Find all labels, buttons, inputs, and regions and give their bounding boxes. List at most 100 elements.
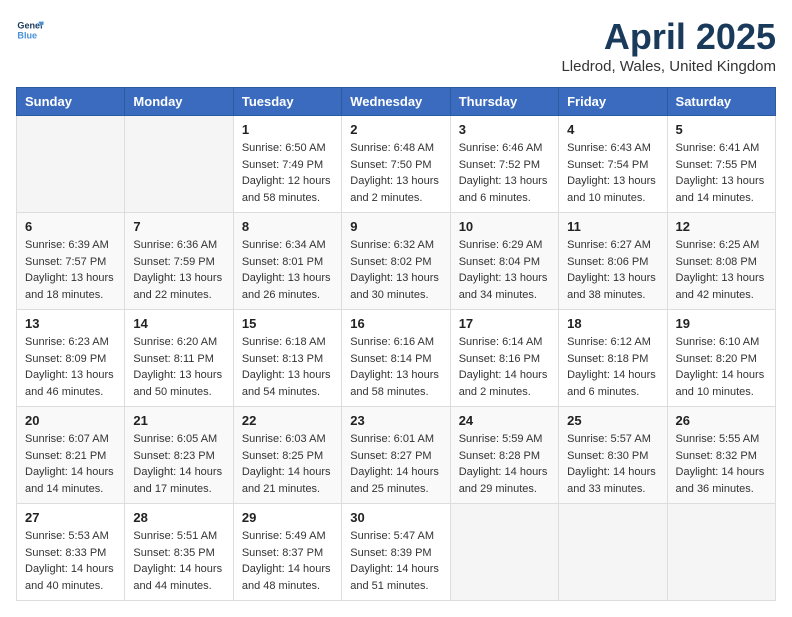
day-info: Sunrise: 6:03 AMSunset: 8:25 PMDaylight:… <box>242 431 333 497</box>
day-number: 22 <box>242 413 333 428</box>
location: Lledrod, Wales, United Kingdom <box>561 58 776 75</box>
day-number: 14 <box>133 316 224 331</box>
calendar-cell: 6 Sunrise: 6:39 AMSunset: 7:57 PMDaylight… <box>17 213 125 310</box>
day-number: 6 <box>25 219 116 234</box>
logo: General Blue <box>16 16 44 44</box>
calendar-cell: 15 Sunrise: 6:18 AMSunset: 8:13 PMDayligh… <box>233 310 341 407</box>
calendar-cell: 30 Sunrise: 5:47 AMSunset: 8:39 PMDayligh… <box>342 504 450 601</box>
calendar-cell: 17 Sunrise: 6:14 AMSunset: 8:16 PMDayligh… <box>450 310 558 407</box>
day-info: Sunrise: 6:23 AMSunset: 8:09 PMDaylight:… <box>25 334 116 400</box>
day-number: 16 <box>350 316 441 331</box>
weekday-header-tuesday: Tuesday <box>233 88 341 116</box>
day-info: Sunrise: 6:50 AMSunset: 7:49 PMDaylight:… <box>242 140 333 206</box>
calendar-cell <box>559 504 667 601</box>
day-number: 23 <box>350 413 441 428</box>
day-number: 4 <box>567 122 658 137</box>
day-number: 11 <box>567 219 658 234</box>
day-info: Sunrise: 5:47 AMSunset: 8:39 PMDaylight:… <box>350 528 441 594</box>
weekday-header-sunday: Sunday <box>17 88 125 116</box>
day-info: Sunrise: 6:01 AMSunset: 8:27 PMDaylight:… <box>350 431 441 497</box>
day-number: 15 <box>242 316 333 331</box>
day-number: 17 <box>459 316 550 331</box>
calendar-cell: 8Sunrise: 6:34 AMSunset: 8:01 PMDaylight… <box>233 213 341 310</box>
day-info: Sunrise: 5:53 AMSunset: 8:33 PMDaylight:… <box>25 528 116 594</box>
day-number: 13 <box>25 316 116 331</box>
calendar-table: SundayMondayTuesdayWednesdayThursdayFrid… <box>16 87 776 601</box>
day-number: 30 <box>350 510 441 525</box>
calendar-cell <box>125 116 233 213</box>
day-info: Sunrise: 6:41 AMSunset: 7:55 PMDaylight:… <box>676 140 767 206</box>
calendar-cell: 24 Sunrise: 5:59 AMSunset: 8:28 PMDayligh… <box>450 407 558 504</box>
calendar-cell: 9 Sunrise: 6:32 AMSunset: 8:02 PMDaylight… <box>342 213 450 310</box>
calendar-week-row: 20Sunrise: 6:07 AMSunset: 8:21 PMDayligh… <box>17 407 776 504</box>
day-info: Sunrise: 6:10 AMSunset: 8:20 PMDaylight:… <box>676 334 767 400</box>
calendar-cell: 26 Sunrise: 5:55 AMSunset: 8:32 PMDayligh… <box>667 407 775 504</box>
day-number: 19 <box>676 316 767 331</box>
calendar-cell: 16 Sunrise: 6:16 AMSunset: 8:14 PMDayligh… <box>342 310 450 407</box>
day-info: Sunrise: 6:34 AMSunset: 8:01 PMDaylight:… <box>242 237 333 303</box>
weekday-header-monday: Monday <box>125 88 233 116</box>
day-number: 26 <box>676 413 767 428</box>
calendar-week-row: 27 Sunrise: 5:53 AMSunset: 8:33 PMDayligh… <box>17 504 776 601</box>
day-info: Sunrise: 6:46 AMSunset: 7:52 PMDaylight:… <box>459 140 550 206</box>
day-info: Sunrise: 5:57 AMSunset: 8:30 PMDaylight:… <box>567 431 658 497</box>
day-number: 18 <box>567 316 658 331</box>
calendar-cell: 14 Sunrise: 6:20 AMSunset: 8:11 PMDayligh… <box>125 310 233 407</box>
calendar-cell: 25 Sunrise: 5:57 AMSunset: 8:30 PMDayligh… <box>559 407 667 504</box>
page-header: General Blue April 2025 Lledrod, Wales, … <box>16 16 776 75</box>
day-number: 29 <box>242 510 333 525</box>
calendar-cell: 28 Sunrise: 5:51 AMSunset: 8:35 PMDayligh… <box>125 504 233 601</box>
day-info: Sunrise: 6:16 AMSunset: 8:14 PMDaylight:… <box>350 334 441 400</box>
day-number: 7 <box>133 219 224 234</box>
day-info: Sunrise: 5:51 AMSunset: 8:35 PMDaylight:… <box>133 528 224 594</box>
calendar-cell <box>450 504 558 601</box>
day-info: Sunrise: 6:14 AMSunset: 8:16 PMDaylight:… <box>459 334 550 400</box>
day-info: Sunrise: 6:07 AMSunset: 8:21 PMDaylight:… <box>25 431 116 497</box>
day-info: Sunrise: 6:39 AMSunset: 7:57 PMDaylight:… <box>25 237 116 303</box>
month-title: April 2025 <box>561 16 776 58</box>
day-number: 1 <box>242 122 333 137</box>
day-number: 12 <box>676 219 767 234</box>
calendar-cell: 7 Sunrise: 6:36 AMSunset: 7:59 PMDaylight… <box>125 213 233 310</box>
day-info: Sunrise: 6:43 AMSunset: 7:54 PMDaylight:… <box>567 140 658 206</box>
calendar-cell: 12Sunrise: 6:25 AMSunset: 8:08 PMDayligh… <box>667 213 775 310</box>
day-number: 24 <box>459 413 550 428</box>
weekday-header-thursday: Thursday <box>450 88 558 116</box>
day-info: Sunrise: 5:55 AMSunset: 8:32 PMDaylight:… <box>676 431 767 497</box>
day-info: Sunrise: 6:36 AMSunset: 7:59 PMDaylight:… <box>133 237 224 303</box>
weekday-header-wednesday: Wednesday <box>342 88 450 116</box>
calendar-cell: 29Sunrise: 5:49 AMSunset: 8:37 PMDayligh… <box>233 504 341 601</box>
calendar-cell <box>17 116 125 213</box>
day-info: Sunrise: 6:27 AMSunset: 8:06 PMDaylight:… <box>567 237 658 303</box>
calendar-cell: 11 Sunrise: 6:27 AMSunset: 8:06 PMDayligh… <box>559 213 667 310</box>
calendar-cell: 19 Sunrise: 6:10 AMSunset: 8:20 PMDayligh… <box>667 310 775 407</box>
day-number: 25 <box>567 413 658 428</box>
day-info: Sunrise: 6:48 AMSunset: 7:50 PMDaylight:… <box>350 140 441 206</box>
day-info: Sunrise: 6:20 AMSunset: 8:11 PMDaylight:… <box>133 334 224 400</box>
day-number: 3 <box>459 122 550 137</box>
day-number: 9 <box>350 219 441 234</box>
calendar-cell: 23 Sunrise: 6:01 AMSunset: 8:27 PMDayligh… <box>342 407 450 504</box>
calendar-cell: 1 Sunrise: 6:50 AMSunset: 7:49 PMDaylight… <box>233 116 341 213</box>
day-number: 28 <box>133 510 224 525</box>
day-info: Sunrise: 5:59 AMSunset: 8:28 PMDaylight:… <box>459 431 550 497</box>
calendar-cell: 4 Sunrise: 6:43 AMSunset: 7:54 PMDaylight… <box>559 116 667 213</box>
calendar-cell: 21Sunrise: 6:05 AMSunset: 8:23 PMDayligh… <box>125 407 233 504</box>
calendar-cell: 18 Sunrise: 6:12 AMSunset: 8:18 PMDayligh… <box>559 310 667 407</box>
day-info: Sunrise: 6:12 AMSunset: 8:18 PMDaylight:… <box>567 334 658 400</box>
calendar-cell: 5Sunrise: 6:41 AMSunset: 7:55 PMDaylight… <box>667 116 775 213</box>
day-info: Sunrise: 6:32 AMSunset: 8:02 PMDaylight:… <box>350 237 441 303</box>
calendar-cell: 13 Sunrise: 6:23 AMSunset: 8:09 PMDayligh… <box>17 310 125 407</box>
calendar-cell: 27 Sunrise: 5:53 AMSunset: 8:33 PMDayligh… <box>17 504 125 601</box>
day-info: Sunrise: 6:29 AMSunset: 8:04 PMDaylight:… <box>459 237 550 303</box>
day-info: Sunrise: 6:18 AMSunset: 8:13 PMDaylight:… <box>242 334 333 400</box>
calendar-cell: 20Sunrise: 6:07 AMSunset: 8:21 PMDayligh… <box>17 407 125 504</box>
day-info: Sunrise: 6:05 AMSunset: 8:23 PMDaylight:… <box>133 431 224 497</box>
day-number: 10 <box>459 219 550 234</box>
day-number: 27 <box>25 510 116 525</box>
calendar-cell: 2Sunrise: 6:48 AMSunset: 7:50 PMDaylight… <box>342 116 450 213</box>
calendar-week-row: 1 Sunrise: 6:50 AMSunset: 7:49 PMDaylight… <box>17 116 776 213</box>
weekday-header-row: SundayMondayTuesdayWednesdayThursdayFrid… <box>17 88 776 116</box>
svg-text:Blue: Blue <box>17 30 37 40</box>
calendar-week-row: 6 Sunrise: 6:39 AMSunset: 7:57 PMDaylight… <box>17 213 776 310</box>
